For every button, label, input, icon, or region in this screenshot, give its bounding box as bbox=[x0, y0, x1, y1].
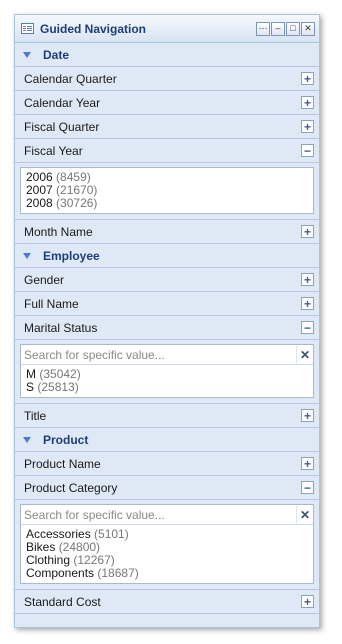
maximize-button[interactable]: □ bbox=[286, 21, 300, 36]
collapse-triangle-icon[interactable] bbox=[23, 51, 31, 58]
collapse-minus-icon[interactable]: − bbox=[301, 481, 314, 494]
collapse-triangle-icon[interactable] bbox=[23, 252, 31, 259]
attribute-label: Calendar Quarter bbox=[24, 71, 117, 86]
attribute-product-name[interactable]: Product Name + bbox=[15, 452, 319, 476]
product-category-search-box: ✕ Accessories (5101) Bikes (24800) Cloth… bbox=[20, 504, 314, 584]
section-employee[interactable]: Employee bbox=[15, 244, 319, 268]
attribute-gender[interactable]: Gender + bbox=[15, 268, 319, 292]
search-row: ✕ bbox=[21, 345, 313, 365]
attribute-calendar-year[interactable]: Calendar Year + bbox=[15, 91, 319, 115]
section-product[interactable]: Product bbox=[15, 428, 319, 452]
attribute-label: Calendar Year bbox=[24, 95, 101, 110]
marital-status-values-panel: ✕ M (35042) S (25813) bbox=[15, 344, 319, 404]
attribute-label: Product Name bbox=[24, 456, 101, 471]
expand-plus-icon[interactable]: + bbox=[301, 273, 314, 286]
expand-plus-icon[interactable]: + bbox=[301, 409, 314, 422]
attribute-label: Fiscal Year bbox=[24, 143, 83, 158]
attribute-full-name[interactable]: Full Name + bbox=[15, 292, 319, 316]
attribute-month-name[interactable]: Month Name + bbox=[15, 220, 319, 244]
panel-titlebar: Guided Navigation ⋯ – □ ✕ bbox=[15, 15, 319, 43]
fiscal-year-value-list: 2006 (8459) 2007 (21670) 2008 (30726) bbox=[20, 167, 314, 214]
expand-plus-icon[interactable]: + bbox=[301, 120, 314, 133]
attribute-label: Fiscal Quarter bbox=[24, 119, 100, 134]
attribute-label: Title bbox=[24, 408, 47, 423]
product-category-values-panel: ✕ Accessories (5101) Bikes (24800) Cloth… bbox=[15, 504, 319, 590]
section-date[interactable]: Date bbox=[15, 43, 319, 67]
attribute-label: Marital Status bbox=[24, 320, 98, 335]
marital-status-search-box: ✕ M (35042) S (25813) bbox=[20, 344, 314, 398]
expand-plus-icon[interactable]: + bbox=[301, 595, 314, 608]
list-item[interactable]: S (25813) bbox=[26, 381, 308, 394]
clear-search-icon[interactable]: ✕ bbox=[296, 506, 313, 523]
collapse-minus-icon[interactable]: − bbox=[301, 144, 314, 157]
expand-plus-icon[interactable]: + bbox=[301, 297, 314, 310]
window-buttons: ⋯ – □ ✕ bbox=[256, 21, 315, 36]
attribute-marital-status[interactable]: Marital Status − bbox=[15, 316, 319, 340]
attribute-calendar-quarter[interactable]: Calendar Quarter + bbox=[15, 67, 319, 91]
attribute-product-category[interactable]: Product Category − bbox=[15, 476, 319, 500]
options-button[interactable]: ⋯ bbox=[256, 21, 270, 36]
attribute-label: Product Category bbox=[24, 480, 118, 495]
list-item[interactable]: 2008 (30726) bbox=[26, 197, 308, 210]
clear-search-icon[interactable]: ✕ bbox=[296, 346, 313, 363]
list-item[interactable]: Components (18687) bbox=[26, 567, 308, 580]
attribute-label: Month Name bbox=[24, 224, 93, 239]
guided-navigation-panel: Guided Navigation ⋯ – □ ✕ Date Calendar … bbox=[14, 14, 320, 628]
search-input[interactable] bbox=[21, 346, 296, 363]
search-row: ✕ bbox=[21, 505, 313, 525]
section-product-label: Product bbox=[43, 432, 89, 447]
search-input[interactable] bbox=[21, 506, 296, 523]
attribute-fiscal-year[interactable]: Fiscal Year − bbox=[15, 139, 319, 163]
expand-plus-icon[interactable]: + bbox=[301, 457, 314, 470]
attribute-title[interactable]: Title + bbox=[15, 404, 319, 428]
panel-title: Guided Navigation bbox=[40, 21, 147, 36]
product-category-value-list: Accessories (5101) Bikes (24800) Clothin… bbox=[21, 525, 313, 583]
close-button[interactable]: ✕ bbox=[301, 21, 315, 36]
minimize-button[interactable]: – bbox=[271, 21, 285, 36]
attribute-fiscal-quarter[interactable]: Fiscal Quarter + bbox=[15, 115, 319, 139]
expand-plus-icon[interactable]: + bbox=[301, 96, 314, 109]
collapse-triangle-icon[interactable] bbox=[23, 436, 31, 443]
panel-list-icon bbox=[21, 23, 34, 34]
collapse-minus-icon[interactable]: − bbox=[301, 321, 314, 334]
expand-plus-icon[interactable]: + bbox=[301, 72, 314, 85]
section-date-label: Date bbox=[43, 47, 70, 62]
fiscal-year-values-panel: 2006 (8459) 2007 (21670) 2008 (30726) bbox=[15, 167, 319, 220]
attribute-label: Gender bbox=[24, 272, 65, 287]
marital-status-value-list: M (35042) S (25813) bbox=[21, 365, 313, 397]
attribute-label: Full Name bbox=[24, 296, 79, 311]
section-employee-label: Employee bbox=[43, 248, 100, 263]
expand-plus-icon[interactable]: + bbox=[301, 225, 314, 238]
attribute-standard-cost[interactable]: Standard Cost + bbox=[15, 590, 319, 614]
attribute-label: Standard Cost bbox=[24, 594, 101, 609]
